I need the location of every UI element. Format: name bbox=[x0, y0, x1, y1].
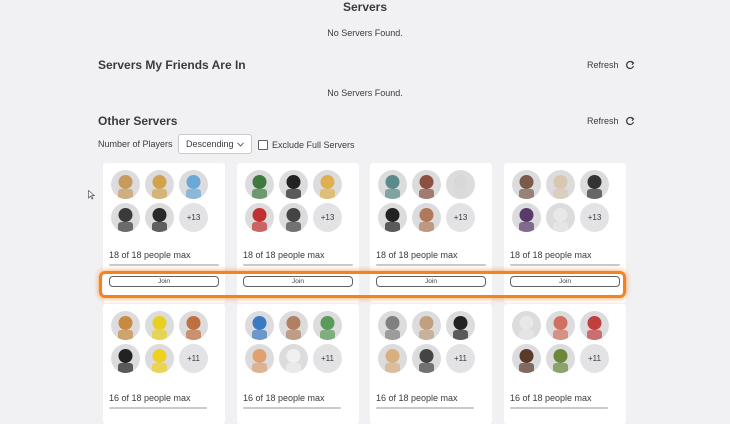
player-avatar[interactable] bbox=[245, 311, 274, 340]
mouse-cursor-icon bbox=[88, 190, 95, 200]
more-players-count: +11 bbox=[179, 344, 208, 373]
more-players-count: +11 bbox=[580, 344, 609, 373]
player-count-label: 16 of 18 people max bbox=[510, 393, 592, 403]
player-avatar[interactable] bbox=[179, 170, 208, 199]
player-avatar[interactable] bbox=[111, 344, 140, 373]
other-refresh-button[interactable]: Refresh bbox=[587, 116, 635, 126]
friends-refresh-button[interactable]: Refresh bbox=[587, 60, 635, 70]
player-avatar[interactable] bbox=[245, 344, 274, 373]
server-card: +11 16 of 18 people max bbox=[370, 304, 492, 424]
player-count-label: 16 of 18 people max bbox=[109, 393, 191, 403]
capacity-bar bbox=[510, 407, 608, 409]
player-avatar[interactable] bbox=[313, 311, 342, 340]
exclude-full-checkbox[interactable] bbox=[258, 140, 268, 150]
player-avatar[interactable] bbox=[412, 170, 441, 199]
more-players-count: +13 bbox=[313, 203, 342, 232]
server-card: +11 16 of 18 people max bbox=[237, 304, 359, 424]
player-avatar[interactable] bbox=[145, 203, 174, 232]
capacity-bar bbox=[243, 407, 341, 409]
player-avatar[interactable] bbox=[378, 311, 407, 340]
player-avatar[interactable] bbox=[145, 170, 174, 199]
join-buttons-highlight bbox=[99, 271, 626, 298]
player-avatar[interactable] bbox=[279, 311, 308, 340]
player-avatar[interactable] bbox=[145, 311, 174, 340]
server-card: +11 16 of 18 people max bbox=[504, 304, 626, 424]
player-avatar[interactable] bbox=[279, 170, 308, 199]
player-count-label: 16 of 18 people max bbox=[243, 393, 325, 403]
player-avatar[interactable] bbox=[245, 170, 274, 199]
player-count-label: 16 of 18 people max bbox=[376, 393, 458, 403]
other-servers-title: Other Servers bbox=[98, 114, 178, 128]
player-avatar[interactable] bbox=[378, 170, 407, 199]
player-avatar[interactable] bbox=[546, 170, 575, 199]
player-avatar[interactable] bbox=[580, 170, 609, 199]
player-avatar[interactable] bbox=[245, 203, 274, 232]
player-count-label: 18 of 18 people max bbox=[243, 250, 325, 260]
player-avatar[interactable] bbox=[512, 170, 541, 199]
more-players-count: +11 bbox=[313, 344, 342, 373]
capacity-bar bbox=[376, 264, 486, 266]
player-avatar[interactable] bbox=[512, 203, 541, 232]
player-avatar[interactable] bbox=[179, 311, 208, 340]
sort-order-value: Descending bbox=[186, 139, 234, 149]
number-of-players-label: Number of Players bbox=[98, 139, 173, 149]
player-avatar[interactable] bbox=[111, 203, 140, 232]
capacity-bar bbox=[510, 264, 620, 266]
player-avatar[interactable] bbox=[378, 203, 407, 232]
player-avatar[interactable] bbox=[412, 311, 441, 340]
player-avatar[interactable] bbox=[412, 344, 441, 373]
exclude-full-label: Exclude Full Servers bbox=[272, 140, 355, 150]
chevron-down-icon bbox=[237, 141, 244, 147]
player-avatar[interactable] bbox=[512, 311, 541, 340]
exclude-full-servers-toggle[interactable]: Exclude Full Servers bbox=[258, 140, 355, 150]
player-avatar[interactable] bbox=[446, 311, 475, 340]
refresh-icon bbox=[625, 116, 634, 126]
friends-refresh-label: Refresh bbox=[587, 60, 619, 70]
other-refresh-label: Refresh bbox=[587, 116, 619, 126]
server-card: +11 16 of 18 people max bbox=[103, 304, 225, 424]
player-avatar[interactable] bbox=[279, 203, 308, 232]
capacity-bar bbox=[109, 264, 219, 266]
player-avatar[interactable] bbox=[111, 311, 140, 340]
capacity-bar bbox=[243, 264, 353, 266]
sort-order-select[interactable]: Descending bbox=[178, 134, 252, 154]
refresh-icon bbox=[625, 60, 634, 70]
player-count-label: 18 of 18 people max bbox=[109, 250, 191, 260]
servers-section-title: Servers bbox=[342, 0, 388, 14]
player-avatar[interactable] bbox=[512, 344, 541, 373]
player-avatar[interactable] bbox=[111, 170, 140, 199]
player-avatar[interactable] bbox=[546, 203, 575, 232]
player-avatar[interactable] bbox=[580, 311, 609, 340]
player-avatar[interactable] bbox=[446, 170, 475, 199]
player-avatar[interactable] bbox=[546, 311, 575, 340]
player-avatar[interactable] bbox=[412, 203, 441, 232]
more-players-count: +13 bbox=[446, 203, 475, 232]
more-players-count: +11 bbox=[446, 344, 475, 373]
servers-empty-message: No Servers Found. bbox=[327, 28, 403, 38]
player-avatar[interactable] bbox=[313, 170, 342, 199]
player-count-label: 18 of 18 people max bbox=[376, 250, 458, 260]
more-players-count: +13 bbox=[179, 203, 208, 232]
player-avatar[interactable] bbox=[145, 344, 174, 373]
friends-servers-title: Servers My Friends Are In bbox=[98, 58, 246, 72]
player-avatar[interactable] bbox=[546, 344, 575, 373]
capacity-bar bbox=[109, 407, 207, 409]
player-avatar[interactable] bbox=[279, 344, 308, 373]
player-count-label: 18 of 18 people max bbox=[510, 250, 592, 260]
more-players-count: +13 bbox=[580, 203, 609, 232]
capacity-bar bbox=[376, 407, 474, 409]
friends-empty-message: No Servers Found. bbox=[327, 88, 403, 98]
player-avatar[interactable] bbox=[378, 344, 407, 373]
